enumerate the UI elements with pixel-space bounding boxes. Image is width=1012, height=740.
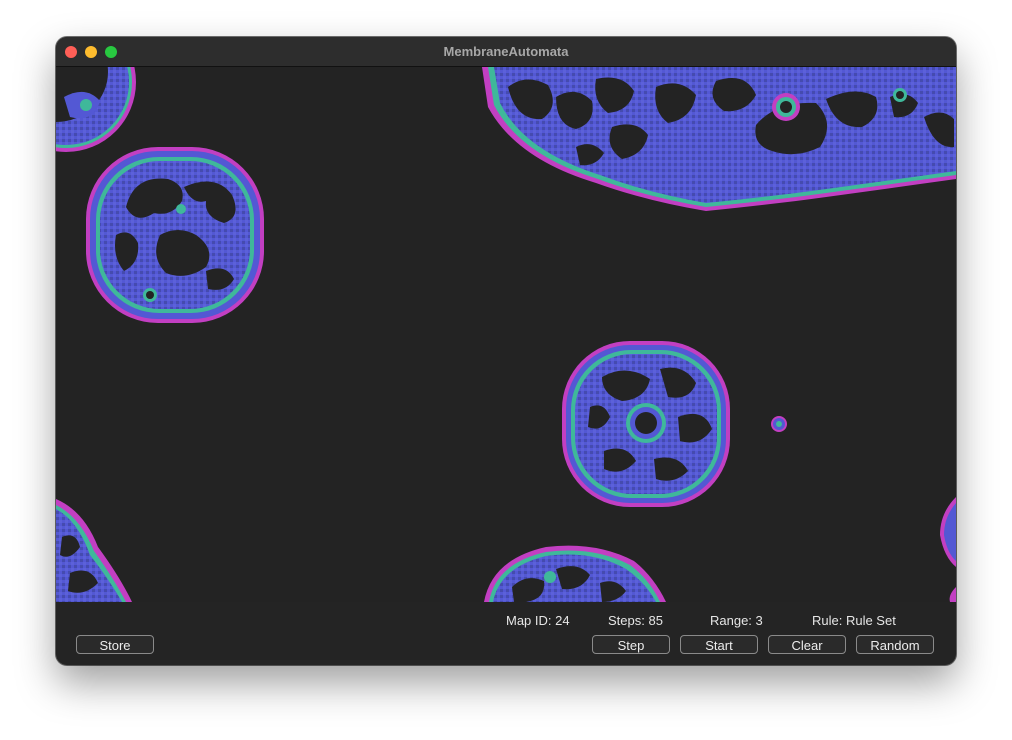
title-bar: MembraneAutomata — [56, 37, 956, 67]
range-label: Range: 3 — [710, 613, 763, 628]
window-title: MembraneAutomata — [443, 44, 569, 59]
cell-left — [86, 147, 264, 323]
automata-canvas[interactable] — [56, 67, 956, 602]
clear-button[interactable]: Clear — [768, 635, 846, 654]
automata-grid — [56, 67, 956, 602]
cell-small — [771, 416, 787, 432]
cell-bottom-center — [484, 545, 666, 602]
start-button[interactable]: Start — [680, 635, 758, 654]
cell-right-edge — [940, 497, 956, 602]
steps-label: Steps: 85 — [608, 613, 663, 628]
random-button[interactable]: Random — [856, 635, 934, 654]
rule-label: Rule: Rule Set — [812, 613, 896, 628]
cell-top-left — [56, 67, 136, 152]
cell-bottom-left — [56, 499, 132, 602]
map-id-label: Map ID: 24 — [506, 613, 570, 628]
store-button[interactable]: Store — [76, 635, 154, 654]
step-button[interactable]: Step — [592, 635, 670, 654]
cell-top-right — [482, 67, 956, 211]
app-window: MembraneAutomata Map ID: 24 Steps: 85 Ra… — [56, 37, 956, 665]
cell-center — [562, 341, 730, 507]
